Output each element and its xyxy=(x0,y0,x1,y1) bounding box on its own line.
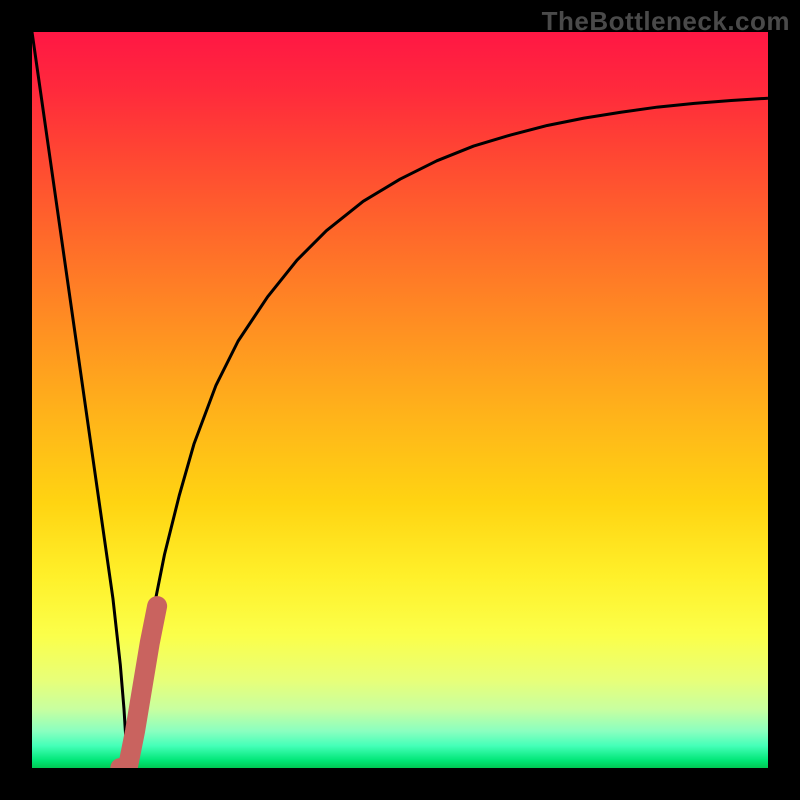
sweet-spot-marker xyxy=(120,606,157,768)
watermark-text: TheBottleneck.com xyxy=(542,6,790,37)
curve-layer xyxy=(32,32,768,768)
chart-frame: TheBottleneck.com xyxy=(0,0,800,800)
plot-area xyxy=(32,32,768,768)
